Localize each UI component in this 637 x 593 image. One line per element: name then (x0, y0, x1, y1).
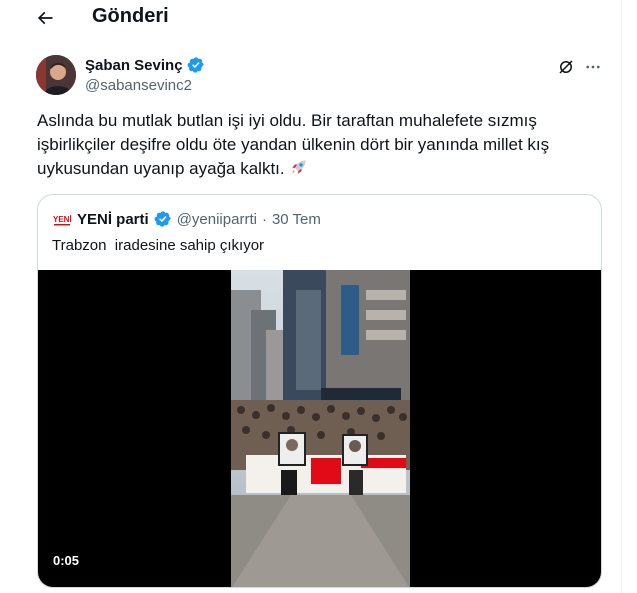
quoted-tweet-header: YENİ YENİ parti @yeniiparrti · 30 Tem (52, 209, 321, 229)
post-page: Gönderi Şaban Sevinç @sabansevinc2 Aslın… (0, 0, 622, 593)
back-button[interactable] (30, 4, 60, 32)
svg-text:YENİ: YENİ (53, 215, 72, 224)
author-handle[interactable]: @sabansevinc2 (85, 77, 192, 94)
quoted-author-avatar[interactable]: YENİ (52, 209, 72, 229)
page-header: Gönderi (0, 0, 622, 36)
grok-icon (559, 60, 573, 74)
quoted-tweet-date[interactable]: 30 Tem (272, 211, 321, 228)
more-options-button[interactable] (582, 56, 604, 78)
author-name[interactable]: Şaban Sevinç (85, 57, 183, 74)
more-dots-icon (586, 65, 600, 69)
video-frame (231, 270, 410, 587)
verified-badge-icon (187, 57, 204, 73)
arrow-left-icon (37, 11, 53, 25)
tweet-text: Aslında bu mutlak butlan işi iyi oldu. B… (37, 109, 607, 181)
separator-dot: · (261, 210, 267, 228)
author-avatar[interactable] (36, 55, 76, 95)
quoted-author-name[interactable]: YENİ parti (77, 211, 149, 228)
rocket-icon (292, 160, 307, 174)
quoted-tweet-card[interactable]: YENİ YENİ parti @yeniiparrti · 30 Tem Tr… (37, 194, 602, 588)
grok-button[interactable] (555, 56, 577, 78)
video-player[interactable]: 0:05 (38, 270, 601, 587)
verified-badge-icon (154, 211, 171, 227)
video-time-badge: 0:05 (53, 553, 80, 568)
page-title: Gönderi (92, 5, 169, 27)
quoted-tweet-text: Trabzon iradesine sahip çıkıyor (52, 237, 265, 254)
author-name-row: Şaban Sevinç (85, 56, 205, 74)
quoted-author-handle[interactable]: @yeniiparrti (177, 211, 257, 228)
